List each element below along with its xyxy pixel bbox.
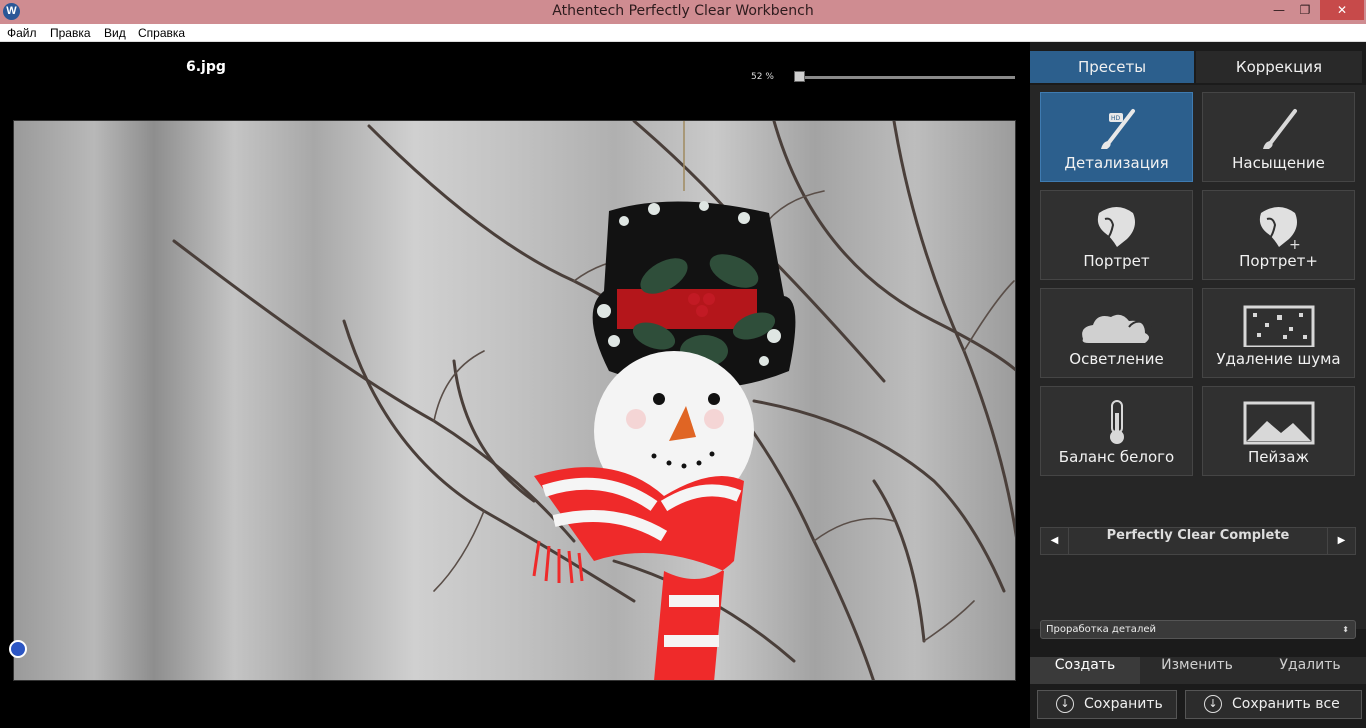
noise-icon <box>1243 305 1315 347</box>
preset-white-balance[interactable]: Баланс белого <box>1040 386 1193 476</box>
zoom-slider[interactable] <box>795 76 1015 79</box>
prev-profile-button[interactable]: ◀ <box>1041 528 1069 554</box>
create-button[interactable]: Создать <box>1030 657 1140 684</box>
preset-saturation[interactable]: Насыщение <box>1202 92 1355 182</box>
tab-presets[interactable]: Пресеты <box>1030 51 1194 83</box>
save-label: Сохранить <box>1084 696 1163 712</box>
delete-button[interactable]: Удалить <box>1254 657 1366 684</box>
profile-name: Perfectly Clear Complete <box>1106 528 1290 543</box>
brush-icon <box>1263 109 1297 149</box>
cloud-icon <box>1082 314 1155 343</box>
preset-label: Пейзаж <box>1248 448 1309 466</box>
tab-correction[interactable]: Коррекция <box>1196 51 1362 83</box>
menu-file[interactable]: Файл <box>7 26 37 40</box>
snowman-photo <box>172 121 1015 680</box>
preset-landscape[interactable]: Пейзаж <box>1202 386 1355 476</box>
preset-portrait[interactable]: Портрет <box>1040 190 1193 280</box>
side-panel: Пресеты Коррекция HD Детализация Насыщен… <box>1030 42 1366 728</box>
menu-help[interactable]: Справка <box>138 26 185 40</box>
svg-text:+: + <box>1289 237 1301 249</box>
portrait-icon <box>1097 207 1135 247</box>
preset-detail[interactable]: HD Детализация <box>1040 92 1193 182</box>
title-bar: W Athentech Perfectly Clear Workbench — … <box>0 0 1366 24</box>
chevron-updown-icon: ⬍ <box>1342 625 1349 634</box>
preset-label: Баланс белого <box>1058 448 1175 466</box>
landscape-icon <box>1243 401 1315 445</box>
profile-navigator: ◀ Perfectly Clear Complete ▶ <box>1040 527 1356 555</box>
preset-label: Детализация <box>1064 154 1169 172</box>
zoom-slider-handle[interactable] <box>794 71 805 82</box>
preset-actions: Создать Изменить Удалить <box>1030 657 1366 684</box>
file-name: 6.jpg <box>186 59 226 75</box>
close-button[interactable]: ✕ <box>1320 0 1364 20</box>
save-all-button[interactable]: ↓ Сохранить все <box>1185 690 1362 719</box>
preset-select[interactable]: Проработка деталей ⬍ <box>1040 620 1356 639</box>
side-toggle-button[interactable] <box>9 640 27 658</box>
menu-view[interactable]: Вид <box>104 26 126 40</box>
menu-bar: Файл Правка Вид Справка <box>0 24 1366 42</box>
preset-label: Насыщение <box>1232 154 1325 172</box>
photo-canvas[interactable] <box>13 120 1016 681</box>
preset-label: Портрет+ <box>1239 252 1318 270</box>
portrait-plus-icon: + <box>1259 207 1301 249</box>
download-icon: ↓ <box>1204 695 1222 713</box>
save-button[interactable]: ↓ Сохранить <box>1037 690 1177 719</box>
svg-text:HD: HD <box>1111 115 1121 122</box>
next-profile-button[interactable]: ▶ <box>1327 528 1355 554</box>
maximize-button[interactable]: ❐ <box>1292 0 1318 20</box>
save-all-label: Сохранить все <box>1232 696 1340 712</box>
preset-brighten[interactable]: Осветление <box>1040 288 1193 378</box>
menu-edit[interactable]: Правка <box>50 26 91 40</box>
minimize-button[interactable]: — <box>1266 0 1292 20</box>
preset-label: Удаление шума <box>1216 350 1341 368</box>
edit-button[interactable]: Изменить <box>1142 657 1252 684</box>
thermometer-icon <box>1110 400 1124 444</box>
preset-label: Осветление <box>1069 350 1164 368</box>
brush-hd-icon: HD <box>1101 109 1135 149</box>
preset-noise-removal[interactable]: Удаление шума <box>1202 288 1355 378</box>
download-icon: ↓ <box>1056 695 1074 713</box>
preset-select-value: Проработка деталей <box>1046 624 1156 635</box>
window-title: Athentech Perfectly Clear Workbench <box>552 3 814 19</box>
preset-label: Портрет <box>1083 252 1150 270</box>
image-viewer: 6.jpg 52 % <box>0 42 1030 728</box>
preset-portrait-plus[interactable]: + Портрет+ <box>1202 190 1355 280</box>
zoom-label: 52 % <box>751 72 774 82</box>
presets-grid: HD Детализация Насыщение Портрет + Портр… <box>1030 85 1366 629</box>
